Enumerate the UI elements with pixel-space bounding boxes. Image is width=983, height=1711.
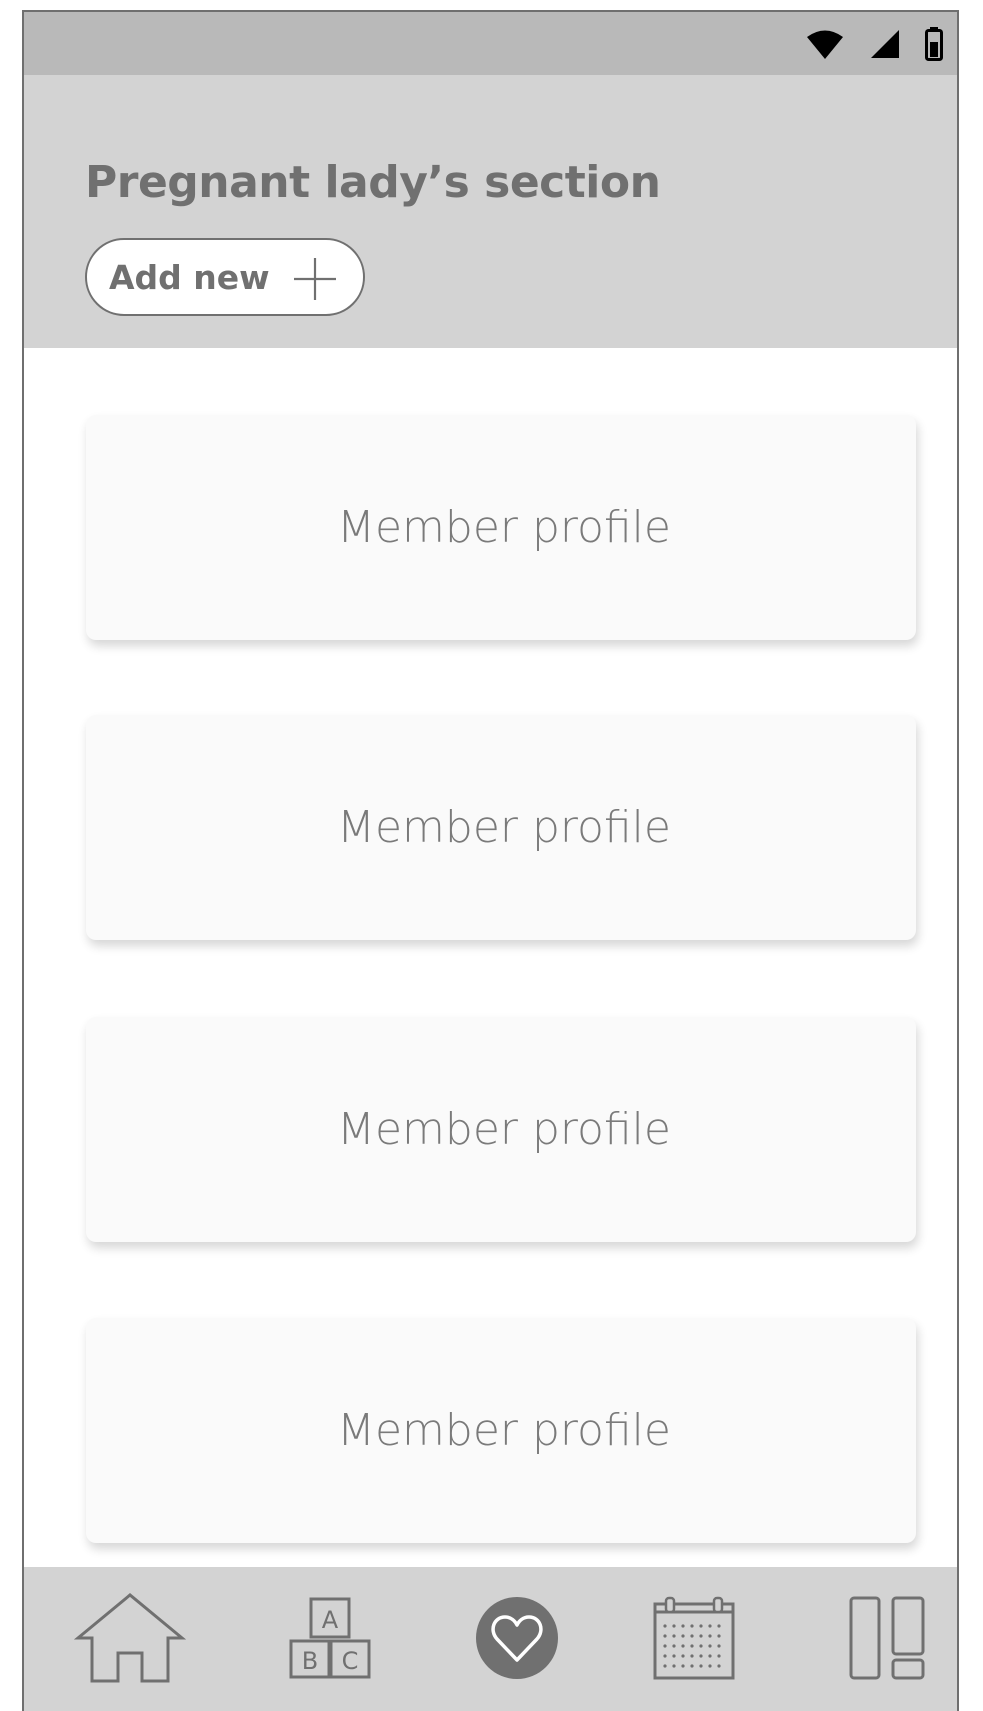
member-profile-label: Member profile (337, 1104, 671, 1155)
member-profile-label: Member profile (337, 1405, 671, 1456)
home-icon (73, 1593, 187, 1687)
battery-icon (925, 27, 943, 61)
signal-icon (869, 29, 901, 59)
nav-learning[interactable]: A B C (285, 1567, 375, 1711)
profile-list: Member profile Member profile Member pro… (24, 348, 957, 1578)
dashboard-icon (849, 1596, 925, 1684)
member-profile-card[interactable]: Member profile (86, 415, 916, 640)
status-bar (24, 12, 957, 75)
member-profile-card[interactable]: Member profile (86, 715, 916, 940)
nav-home[interactable] (70, 1567, 190, 1711)
page-title: Pregnant lady’s section (85, 157, 661, 208)
nav-calendar[interactable] (649, 1567, 739, 1711)
add-new-button[interactable]: Add new (85, 238, 365, 316)
nav-dashboard[interactable] (842, 1567, 932, 1711)
nav-favorites[interactable] (472, 1567, 562, 1711)
section-header: Pregnant lady’s section Add new (24, 75, 957, 348)
wifi-icon (805, 28, 845, 60)
member-profile-card[interactable]: Member profile (86, 1017, 916, 1242)
member-profile-label: Member profile (337, 502, 671, 553)
block-letter-a: A (322, 1606, 339, 1634)
bottom-nav: A B C (24, 1567, 957, 1711)
block-letter-c: C (342, 1647, 359, 1675)
add-new-label: Add new (109, 257, 270, 297)
plus-icon (293, 257, 337, 301)
calendar-icon (652, 1596, 736, 1684)
block-letter-b: B (302, 1647, 318, 1675)
heart-icon (475, 1596, 559, 1684)
phone-frame: Pregnant lady’s section Add new Member p… (22, 10, 959, 1711)
abc-blocks-icon: A B C (288, 1597, 372, 1683)
member-profile-label: Member profile (337, 802, 671, 853)
member-profile-card[interactable]: Member profile (86, 1318, 916, 1543)
status-icons (805, 26, 943, 62)
